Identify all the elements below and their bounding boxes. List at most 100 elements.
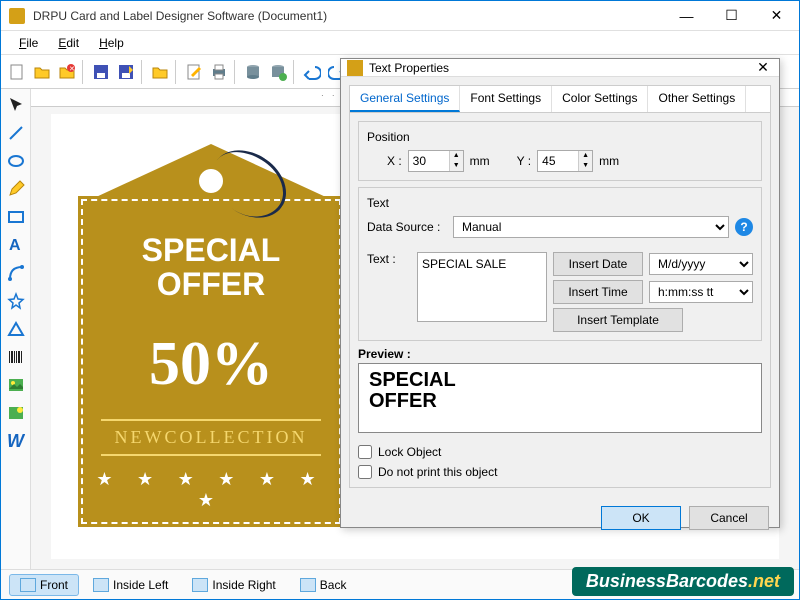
menu-help[interactable]: Help xyxy=(89,36,134,50)
dialog-footer: OK Cancel xyxy=(341,496,779,540)
open-folder-red-icon[interactable]: ✕ xyxy=(55,60,79,84)
do-not-print-checkbox[interactable] xyxy=(358,465,372,479)
tag-percent: 50% xyxy=(81,329,341,400)
lock-object-checkbox[interactable] xyxy=(358,445,372,459)
dialog-close-button[interactable]: ✕ xyxy=(753,59,773,76)
tag-stars-icon: ★ ★ ★ ★ ★ ★ ★ xyxy=(81,469,341,511)
pointer-tool-icon[interactable] xyxy=(4,93,28,117)
menu-edit[interactable]: Edit xyxy=(48,36,89,50)
open-folder-icon[interactable] xyxy=(30,60,54,84)
menubar: File Edit Help xyxy=(1,31,799,55)
cancel-button[interactable]: Cancel xyxy=(689,506,769,530)
tab-color-settings[interactable]: Color Settings xyxy=(552,86,648,112)
text-label: Text : xyxy=(367,252,411,266)
x-input[interactable] xyxy=(409,152,449,170)
text-input[interactable]: SPECIAL SALE xyxy=(417,252,547,322)
page-tab-inside-right[interactable]: Inside Right xyxy=(182,575,285,595)
text-tool-icon[interactable]: A xyxy=(4,233,28,257)
edit-icon[interactable] xyxy=(182,60,206,84)
barcode-tool-icon[interactable] xyxy=(4,345,28,369)
print-icon[interactable] xyxy=(207,60,231,84)
svg-text:A: A xyxy=(9,237,21,254)
price-tag-object[interactable]: SPECIALOFFER 50% NEWCOLLECTION ★ ★ ★ ★ ★… xyxy=(81,144,341,524)
preview-section: Preview : SPECIALOFFER xyxy=(358,347,762,433)
insert-time-button[interactable]: Insert Time xyxy=(553,280,643,304)
svg-text:✕: ✕ xyxy=(69,66,75,73)
text-properties-dialog: Text Properties ✕ General Settings Font … xyxy=(340,58,780,528)
dialog-body: General Settings Font Settings Color Set… xyxy=(341,77,779,496)
side-toolbar: A W xyxy=(1,89,31,569)
do-not-print-label: Do not print this object xyxy=(378,465,497,479)
y-down-icon[interactable]: ▼ xyxy=(578,161,592,171)
x-unit: mm xyxy=(470,154,490,168)
menu-file[interactable]: File xyxy=(9,36,48,50)
minimize-button[interactable]: — xyxy=(664,1,709,31)
help-icon[interactable]: ? xyxy=(735,218,753,236)
close-button[interactable]: ✕ xyxy=(754,1,799,31)
image-library-icon[interactable] xyxy=(4,401,28,425)
x-label: X : xyxy=(387,154,402,168)
preview-label: Preview : xyxy=(358,347,762,361)
page-icon xyxy=(300,578,316,592)
window-title: DRPU Card and Label Designer Software (D… xyxy=(33,9,664,23)
ellipse-tool-icon[interactable] xyxy=(4,149,28,173)
image-tool-icon[interactable] xyxy=(4,373,28,397)
database-add-icon[interactable] xyxy=(266,60,290,84)
page-icon xyxy=(93,578,109,592)
y-up-icon[interactable]: ▲ xyxy=(578,151,592,161)
new-document-icon[interactable] xyxy=(5,60,29,84)
insert-date-button[interactable]: Insert Date xyxy=(553,252,643,276)
x-spinner[interactable]: ▲▼ xyxy=(408,150,464,172)
position-label: Position xyxy=(367,130,753,144)
date-format-select[interactable]: M/d/yyyy xyxy=(649,253,753,275)
maximize-button[interactable]: ☐ xyxy=(709,1,754,31)
page-icon xyxy=(192,578,208,592)
tag-hole-icon xyxy=(196,166,226,196)
text-fieldset: Text Data Source : Manual ? Text : SPECI… xyxy=(358,187,762,341)
dialog-tabs: General Settings Font Settings Color Set… xyxy=(349,85,771,112)
app-icon xyxy=(9,8,25,24)
tab-other-settings[interactable]: Other Settings xyxy=(648,86,746,112)
rectangle-tool-icon[interactable] xyxy=(4,205,28,229)
titlebar: DRPU Card and Label Designer Software (D… xyxy=(1,1,799,31)
insert-template-button[interactable]: Insert Template xyxy=(553,308,683,332)
ok-button[interactable]: OK xyxy=(601,506,681,530)
page-icon xyxy=(20,578,36,592)
tab-general-settings[interactable]: General Settings xyxy=(350,86,460,112)
save-icon[interactable] xyxy=(89,60,113,84)
page-tab-back[interactable]: Back xyxy=(290,575,357,595)
open-template-icon[interactable] xyxy=(148,60,172,84)
y-unit: mm xyxy=(599,154,619,168)
x-up-icon[interactable]: ▲ xyxy=(449,151,463,161)
tab-font-settings[interactable]: Font Settings xyxy=(460,86,552,112)
dialog-icon xyxy=(347,60,363,76)
wordart-tool-icon[interactable]: W xyxy=(4,429,28,453)
database-icon[interactable] xyxy=(241,60,265,84)
arc-tool-icon[interactable] xyxy=(4,261,28,285)
window-controls: — ☐ ✕ xyxy=(664,1,799,31)
dialog-title: Text Properties xyxy=(369,61,753,75)
page-tab-front[interactable]: Front xyxy=(9,574,79,596)
star-tool-icon[interactable] xyxy=(4,289,28,313)
page-tab-inside-left[interactable]: Inside Left xyxy=(83,575,178,595)
line-tool-icon[interactable] xyxy=(4,121,28,145)
y-label: Y : xyxy=(517,154,531,168)
tag-newcollection: NEWCOLLECTION xyxy=(101,419,321,456)
tab-panel-general: Position X : ▲▼ mm Y : ▲▼ mm xyxy=(349,112,771,488)
y-input[interactable] xyxy=(538,152,578,170)
time-format-select[interactable]: h:mm:ss tt xyxy=(649,281,753,303)
svg-text:W: W xyxy=(7,432,25,450)
x-down-icon[interactable]: ▼ xyxy=(449,161,463,171)
preview-box: SPECIALOFFER xyxy=(358,363,762,433)
undo-icon[interactable] xyxy=(300,60,324,84)
watermark: BusinessBarcodes.net xyxy=(572,567,794,596)
position-fieldset: Position X : ▲▼ mm Y : ▲▼ mm xyxy=(358,121,762,181)
dialog-titlebar: Text Properties ✕ xyxy=(341,59,779,77)
data-source-select[interactable]: Manual xyxy=(453,216,729,238)
pencil-tool-icon[interactable] xyxy=(4,177,28,201)
triangle-tool-icon[interactable] xyxy=(4,317,28,341)
save-as-icon[interactable] xyxy=(114,60,138,84)
y-spinner[interactable]: ▲▼ xyxy=(537,150,593,172)
tag-headline: SPECIALOFFER xyxy=(81,234,341,301)
data-source-label: Data Source : xyxy=(367,220,447,234)
